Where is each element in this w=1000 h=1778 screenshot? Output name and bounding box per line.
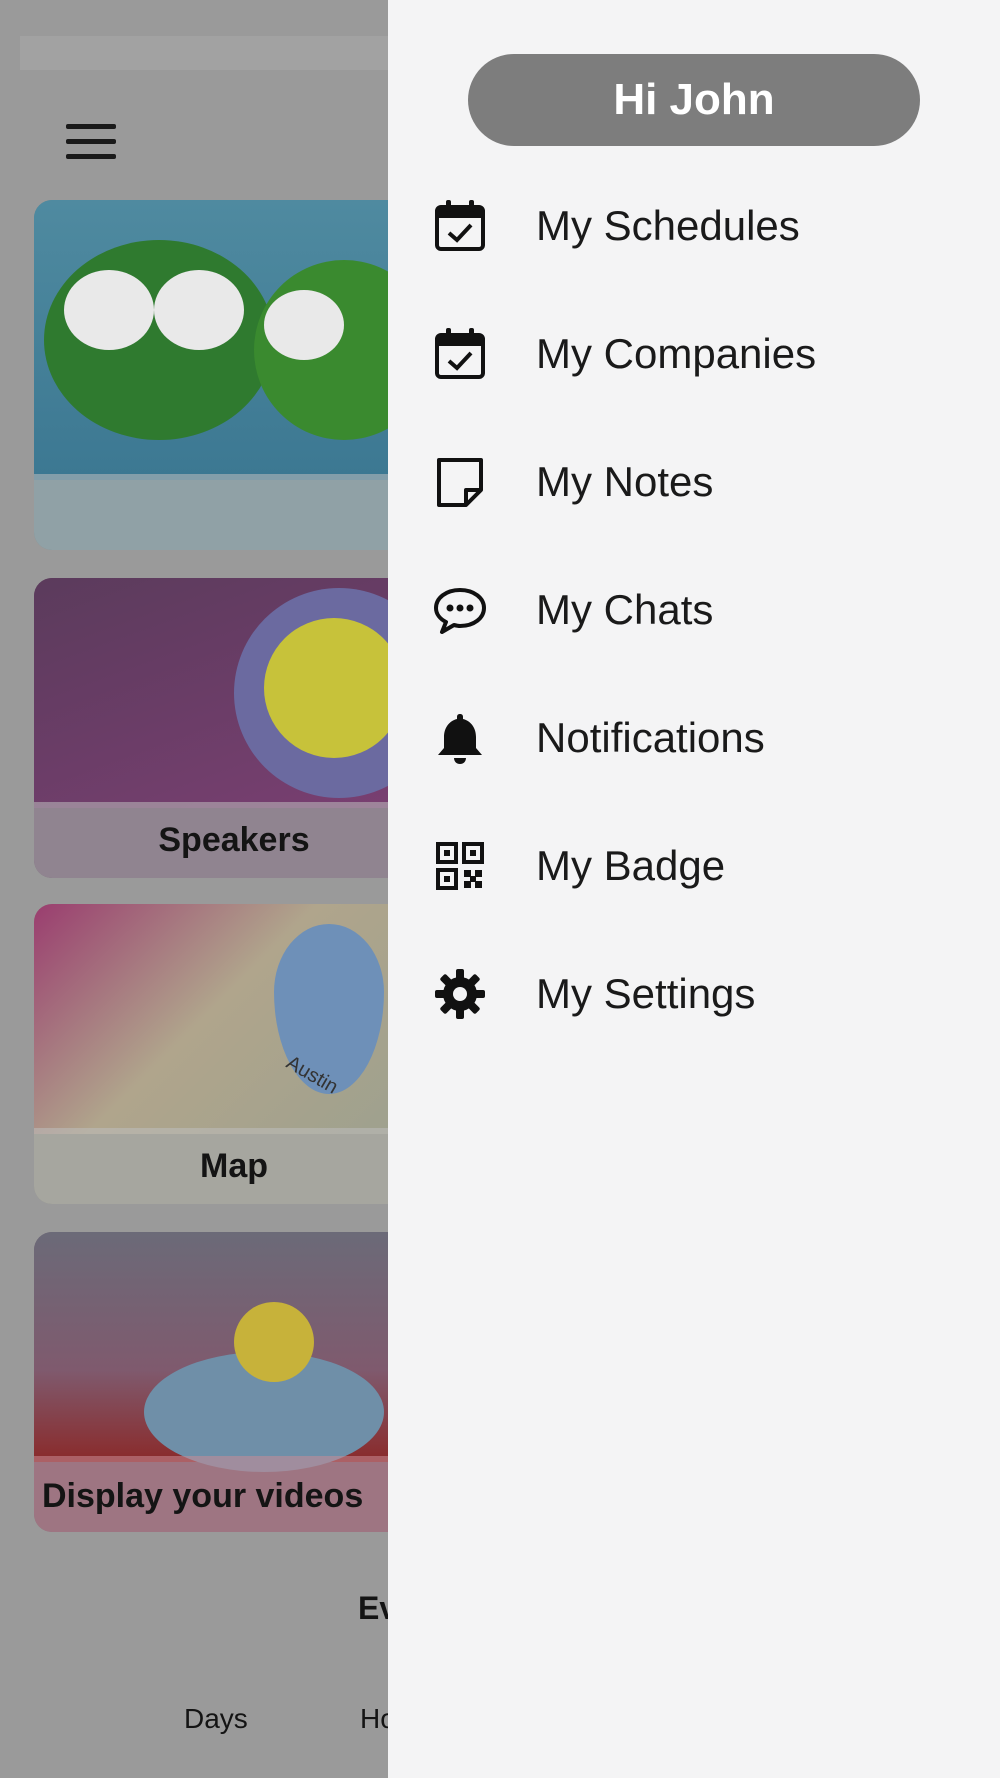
side-drawer: Hi John My Schedules My Companies My Not… bbox=[388, 0, 1000, 1778]
gear-icon bbox=[432, 966, 488, 1022]
menu-item-my-notes[interactable]: My Notes bbox=[388, 418, 1000, 546]
countdown-days-label: Days bbox=[184, 1703, 248, 1734]
menu-item-label: My Schedules bbox=[536, 202, 800, 249]
greeting-button[interactable]: Hi John bbox=[468, 54, 920, 146]
card-label: Display your videos bbox=[42, 1477, 364, 1515]
menu-item-my-badge[interactable]: My Badge bbox=[388, 802, 1000, 930]
card-label: Map bbox=[200, 1147, 268, 1185]
chat-bubble-icon bbox=[432, 582, 488, 638]
menu-item-my-settings[interactable]: My Settings bbox=[388, 930, 1000, 1058]
drawer-menu: My Schedules My Companies My Notes My Ch… bbox=[388, 162, 1000, 1058]
menu-item-my-chats[interactable]: My Chats bbox=[388, 546, 1000, 674]
card-image bbox=[34, 200, 388, 480]
card-image: Austin bbox=[34, 904, 388, 1134]
menu-item-label: Notifications bbox=[536, 714, 765, 761]
countdown-hours-label: Ho bbox=[360, 1703, 388, 1734]
menu-item-label: My Chats bbox=[536, 586, 714, 633]
menu-item-label: My Companies bbox=[536, 330, 817, 377]
card-image bbox=[34, 578, 388, 808]
menu-item-notifications[interactable]: Notifications bbox=[388, 674, 1000, 802]
card-label: Speakers bbox=[158, 821, 310, 859]
status-bar bbox=[20, 36, 388, 70]
background-app: Speakers Austin Map Display your videos … bbox=[0, 0, 388, 1778]
section-title-partial: Ev bbox=[358, 1590, 388, 1626]
qr-code-icon bbox=[432, 838, 488, 894]
calendar-check-icon bbox=[432, 198, 488, 254]
card-speakers[interactable]: Speakers bbox=[34, 578, 388, 878]
menu-item-label: My Settings bbox=[536, 970, 756, 1017]
card-image bbox=[34, 1232, 388, 1472]
menu-item-label: My Notes bbox=[536, 458, 714, 505]
menu-item-my-schedules[interactable]: My Schedules bbox=[388, 162, 1000, 290]
card-label-band bbox=[34, 474, 388, 550]
card-featured[interactable] bbox=[34, 200, 388, 550]
menu-item-label: My Badge bbox=[536, 842, 726, 889]
calendar-check-icon bbox=[432, 326, 488, 382]
bell-icon bbox=[432, 710, 488, 766]
hamburger-menu-icon[interactable] bbox=[66, 124, 116, 160]
card-map[interactable]: Austin Map bbox=[34, 904, 388, 1204]
note-icon bbox=[432, 454, 488, 510]
menu-item-my-companies[interactable]: My Companies bbox=[388, 290, 1000, 418]
card-videos[interactable]: Display your videos bbox=[34, 1232, 388, 1532]
